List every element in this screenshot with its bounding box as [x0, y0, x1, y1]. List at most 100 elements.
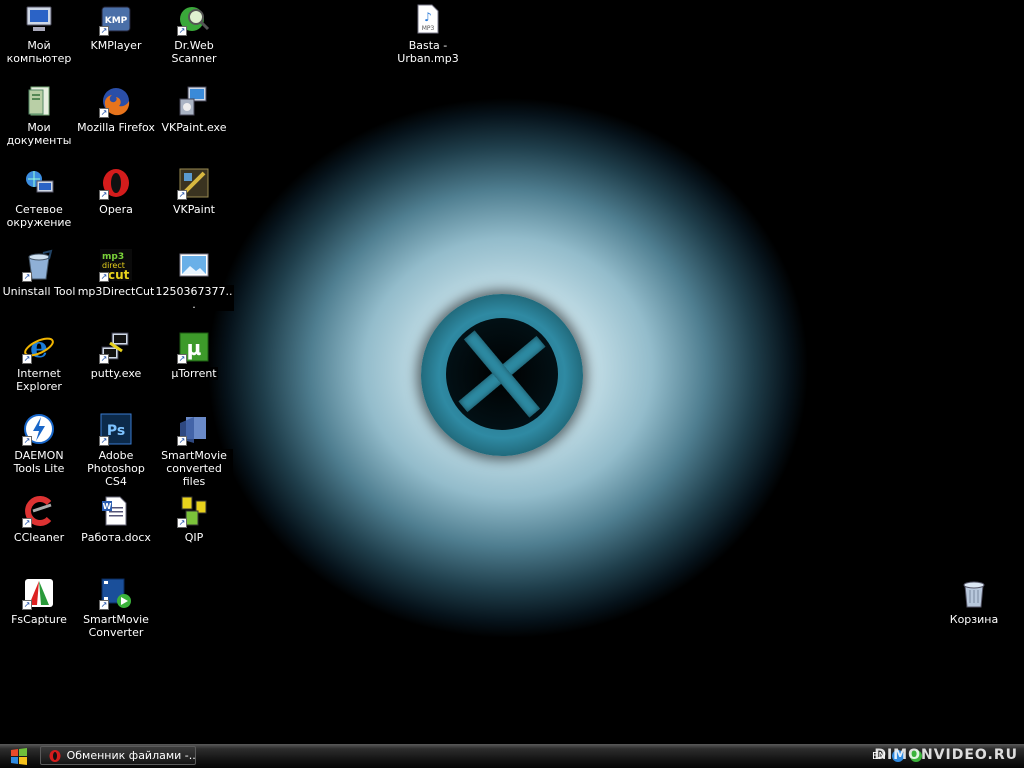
uninstall-tool-icon: ↗	[22, 249, 55, 282]
daemon-tools-icon: ↗	[22, 413, 55, 446]
desktop-icon-mp3directcut[interactable]: mp3 direct cut ↗ mp3DirectCut	[77, 249, 155, 298]
taskbar: Обменник файлами -... EN DIMONVIDEO.RU	[0, 744, 1024, 768]
shortcut-arrow-icon: ↗	[99, 436, 109, 446]
shortcut-arrow-icon: ↗	[22, 600, 32, 610]
word-document-icon: W	[100, 495, 132, 527]
icon-label: Мои документы	[6, 121, 72, 147]
desktop-icon-drweb[interactable]: ↗ Dr.Web Scanner	[155, 3, 233, 65]
shortcut-arrow-icon: ↗	[22, 354, 32, 364]
desktop-icon-network[interactable]: Сетевое окружение	[0, 167, 78, 229]
shortcut-arrow-icon: ↗	[99, 600, 109, 610]
desktop[interactable]: Мой компьютер Мои документы Сетевое окру…	[0, 0, 1024, 744]
drweb-icon: ↗	[177, 3, 210, 36]
documents-folder-icon	[23, 85, 55, 117]
desktop-icon-basta-mp3[interactable]: ♪ MP3 Basta - Urban.mp3	[389, 3, 467, 65]
desktop-icon-putty[interactable]: ↗ putty.exe	[77, 331, 155, 380]
shortcut-arrow-icon: ↗	[22, 272, 32, 282]
icon-label: DAEMON Tools Lite	[13, 449, 65, 475]
mp3directcut-icon: mp3 direct cut ↗	[99, 249, 132, 282]
putty-icon: ↗	[99, 331, 132, 364]
utorrent-icon: µ ↗	[177, 331, 210, 364]
desktop-icon-smartmovie-files[interactable]: ↗ SmartMovie converted files	[155, 413, 233, 488]
icon-label: KMPlayer	[90, 39, 142, 52]
svg-text:cut: cut	[108, 268, 130, 281]
mp3-file-icon: ♪ MP3	[412, 3, 444, 35]
desktop-icon-uninstall-tool[interactable]: ↗ Uninstall Tool	[0, 249, 78, 298]
vkpaint-exe-icon	[178, 85, 210, 117]
desktop-icon-vkpaint[interactable]: ↗ VKPaint	[155, 167, 233, 216]
icon-label: CCleaner	[13, 531, 65, 544]
start-button[interactable]	[0, 744, 38, 768]
icon-label: Mozilla Firefox	[77, 121, 155, 134]
desktop-icon-daemon-tools[interactable]: ↗ DAEMON Tools Lite	[0, 413, 78, 475]
taskbar-window-button[interactable]: Обменник файлами -...	[40, 746, 196, 765]
desktop-icon-fscapture[interactable]: ↗ FsCapture	[0, 577, 78, 626]
desktop-icon-opera[interactable]: ↗ Opera	[77, 167, 155, 216]
icon-label: µTorrent	[170, 367, 218, 380]
desktop-icon-recycle-bin[interactable]: Корзина	[935, 577, 1013, 626]
icon-label: Мой компьютер	[6, 39, 72, 65]
desktop-icon-internet-explorer[interactable]: e ↗ Internet Explorer	[0, 331, 78, 393]
desktop-icon-rabota-docx[interactable]: W Работа.docx	[77, 495, 155, 544]
icon-label: Adobe Photoshop CS4	[87, 449, 145, 488]
icon-label: Internet Explorer	[16, 367, 62, 393]
svg-text:W: W	[103, 502, 112, 511]
icon-label: VKPaint	[173, 203, 215, 216]
shortcut-arrow-icon: ↗	[177, 26, 187, 36]
desktop-icon-photoshop[interactable]: Ps ↗ Adobe Photoshop CS4	[77, 413, 155, 488]
icon-label: Uninstall Tool	[2, 285, 76, 298]
shortcut-arrow-icon: ↗	[177, 518, 187, 528]
shortcut-arrow-icon: ↗	[99, 272, 109, 282]
icon-label: Dr.Web Scanner	[171, 39, 217, 65]
desktop-icon-my-computer[interactable]: Мой компьютер	[0, 3, 78, 65]
icon-label: putty.exe	[90, 367, 142, 380]
shortcut-arrow-icon: ↗	[177, 354, 187, 364]
kmplayer-icon: KMP ↗	[99, 3, 132, 36]
shortcut-arrow-icon: ↗	[22, 436, 32, 446]
firefox-icon: ↗	[99, 85, 132, 118]
desktop-icon-qip[interactable]: ↗ QIP	[155, 495, 233, 544]
qip-icon: ↗	[177, 495, 210, 528]
svg-text:e: e	[30, 331, 48, 363]
icon-label: Работа.docx	[81, 531, 151, 544]
desktop-icon-vkpaint-exe[interactable]: VKPaint.exe	[155, 85, 233, 134]
shortcut-arrow-icon: ↗	[99, 26, 109, 36]
icon-label: VKPaint.exe	[161, 121, 227, 134]
computer-icon	[23, 3, 55, 35]
desktop-icon-utorrent[interactable]: µ ↗ µTorrent	[155, 331, 233, 380]
internet-explorer-icon: e ↗	[22, 331, 55, 364]
svg-text:KMP: KMP	[105, 16, 128, 26]
icon-label: SmartMovie converted files	[155, 449, 233, 488]
smartmovie-converter-icon: ↗	[99, 577, 132, 610]
vkpaint-icon: ↗	[177, 167, 210, 200]
svg-text:♪: ♪	[424, 10, 432, 24]
opera-icon: ↗	[99, 167, 132, 200]
shortcut-arrow-icon: ↗	[99, 354, 109, 364]
shortcut-arrow-icon: ↗	[22, 518, 32, 528]
desktop-icon-my-documents[interactable]: Мои документы	[0, 85, 78, 147]
shortcut-arrow-icon: ↗	[99, 190, 109, 200]
icon-label: Opera	[99, 203, 133, 216]
opera-icon	[49, 749, 61, 762]
icon-label: QIP	[184, 531, 204, 544]
system-tray: EN DIMONVIDEO.RU	[864, 744, 1024, 768]
svg-text:MP3: MP3	[422, 25, 435, 32]
icon-label: FsCapture	[11, 613, 67, 626]
network-icon	[23, 167, 55, 199]
desktop-icon-ccleaner[interactable]: ↗ CCleaner	[0, 495, 78, 544]
windows-logo-icon	[11, 748, 27, 765]
icon-label: Basta - Urban.mp3	[397, 39, 459, 65]
photoshop-icon: Ps ↗	[99, 413, 132, 446]
recycle-bin-icon	[958, 577, 990, 609]
icon-label: Корзина	[949, 613, 999, 626]
icon-label: Сетевое окружение	[6, 203, 72, 229]
fscapture-icon: ↗	[22, 577, 55, 610]
desktop-icon-kmplayer[interactable]: KMP ↗ KMPlayer	[77, 3, 155, 52]
desktop-icon-smartmovie-converter[interactable]: ↗ SmartMovie Converter	[77, 577, 155, 639]
desktop-icon-firefox[interactable]: ↗ Mozilla Firefox	[77, 85, 155, 134]
icon-label: SmartMovie Converter	[83, 613, 149, 639]
icon-label: mp3DirectCut	[77, 285, 155, 298]
image-file-icon	[178, 249, 210, 281]
svg-text:µ: µ	[187, 336, 202, 360]
desktop-icon-image-file[interactable]: 1250367377...	[154, 249, 234, 311]
